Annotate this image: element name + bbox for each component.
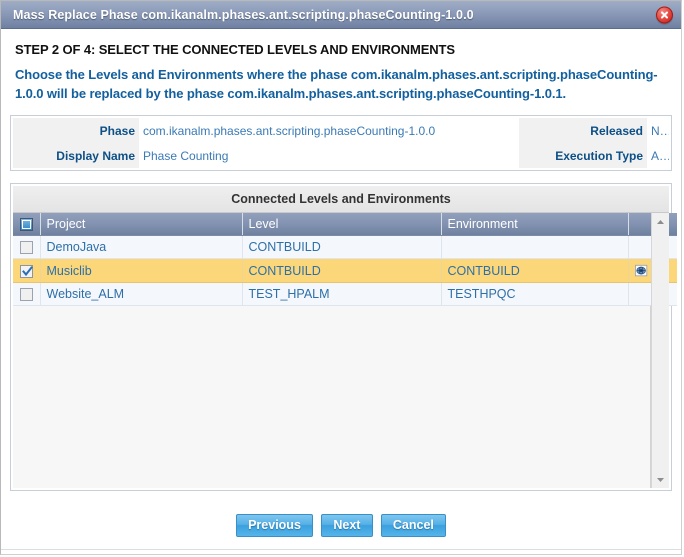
cell-environment: TESTHPQC	[441, 282, 629, 306]
cell-level: TEST_HPALM	[242, 282, 442, 306]
scroll-track[interactable]	[652, 230, 669, 471]
cell-environment: CONTBUILD	[441, 258, 629, 283]
row-checkbox[interactable]	[20, 241, 33, 255]
step-heading: STEP 2 OF 4: SELECT THE CONNECTED LEVELS…	[15, 42, 455, 57]
table-row[interactable]: DemoJava CONTBUILD	[13, 235, 677, 260]
dialog-footer: Previous Next Cancel	[1, 501, 681, 549]
grid-caption: Connected Levels and Environments	[13, 186, 669, 213]
cell-project: DemoJava	[40, 235, 243, 260]
phase-label: Phase	[13, 118, 139, 143]
grid-wrapper: Project Level Environment DemoJava CONTB…	[13, 213, 677, 488]
globe-icon	[634, 264, 647, 276]
mass-replace-phase-dialog: Mass Replace Phase com.ikanalm.phases.an…	[0, 0, 682, 555]
view-details-button[interactable]	[634, 264, 649, 278]
row-checkbox-cell[interactable]	[13, 282, 41, 306]
table-vertical-scrollbar[interactable]	[651, 213, 669, 488]
close-button[interactable]	[656, 6, 673, 23]
dialog-title: Mass Replace Phase com.ikanalm.phases.an…	[13, 7, 474, 22]
step-description: Choose the Levels and Environments where…	[15, 67, 658, 101]
cell-level: CONTBUILD	[242, 258, 442, 283]
execution-type-value: ANT	[651, 148, 669, 163]
table-header-row: Project Level Environment	[13, 213, 677, 237]
select-all-checkbox[interactable]	[20, 218, 33, 232]
phase-info-table: Phase com.ikanalm.phases.ant.scripting.p…	[13, 118, 669, 168]
select-all-header[interactable]	[13, 213, 41, 237]
connected-levels-panel: Connected Levels and Environments Projec…	[10, 183, 677, 491]
scroll-up-button[interactable]	[652, 213, 669, 230]
execution-type-label: Execution Type	[519, 143, 647, 168]
row-checkbox-cell[interactable]	[13, 258, 41, 283]
table-row[interactable]: Website_ALM TEST_HPALM TESTHPQC	[13, 282, 677, 306]
cell-environment	[441, 235, 629, 260]
row-checkbox[interactable]	[20, 287, 33, 301]
cancel-button[interactable]: Cancel	[380, 513, 446, 537]
column-header-level[interactable]: Level	[242, 213, 442, 237]
column-header-project[interactable]: Project	[40, 213, 243, 237]
column-header-environment[interactable]: Environment	[441, 213, 629, 237]
connected-levels-table: Project Level Environment DemoJava CONTB…	[13, 213, 677, 306]
phase-info-panel: Phase com.ikanalm.phases.ant.scripting.p…	[10, 115, 672, 171]
display-name-label: Display Name	[13, 143, 139, 168]
released-value: No	[651, 123, 667, 138]
phase-value: com.ikanalm.phases.ant.scripting.phaseCo…	[143, 123, 436, 138]
dialog-titlebar: Mass Replace Phase com.ikanalm.phases.an…	[1, 1, 681, 29]
grid-empty-area	[13, 305, 650, 488]
chevron-up-icon	[657, 219, 664, 224]
info-row-phase: Phase com.ikanalm.phases.ant.scripting.p…	[13, 118, 669, 143]
previous-button[interactable]: Previous	[236, 513, 313, 537]
row-checkbox[interactable]	[20, 264, 33, 278]
grid-main: Project Level Environment DemoJava CONTB…	[13, 213, 677, 488]
released-label: Released	[519, 118, 647, 143]
checkmark-icon	[22, 265, 33, 276]
next-button[interactable]: Next	[320, 513, 373, 537]
display-name-value: Phase Counting	[143, 148, 229, 163]
table-body: DemoJava CONTBUILD Musiclib CONTBUILD CO…	[13, 235, 677, 306]
row-checkbox-cell[interactable]	[13, 235, 41, 260]
close-icon	[661, 11, 668, 18]
cell-level: CONTBUILD	[242, 235, 442, 260]
chevron-down-icon	[657, 477, 664, 482]
scroll-down-button[interactable]	[652, 471, 669, 488]
dialog-bottom-edge	[1, 549, 681, 554]
cell-project: Musiclib	[40, 258, 243, 283]
table-row[interactable]: Musiclib CONTBUILD CONTBUILD	[13, 258, 677, 283]
info-row-display-name: Display Name Phase Counting Execution Ty…	[13, 143, 669, 168]
dialog-content: STEP 2 OF 4: SELECT THE CONNECTED LEVELS…	[1, 29, 681, 501]
cell-project: Website_ALM	[40, 282, 243, 306]
